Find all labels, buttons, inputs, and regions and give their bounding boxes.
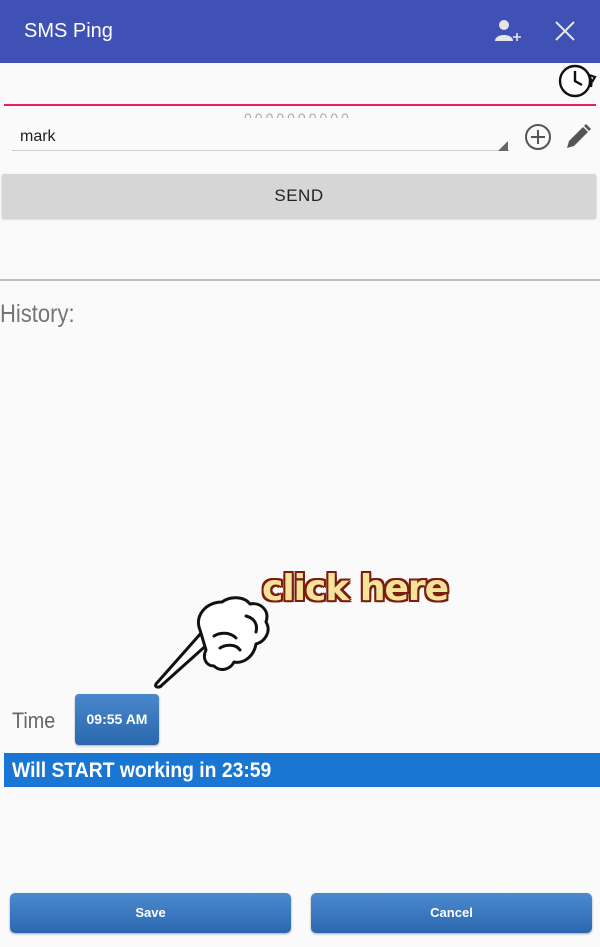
cancel-button[interactable]: Cancel xyxy=(311,893,592,933)
app-bar: SMS Ping xyxy=(0,0,600,63)
app-title: SMS Ping xyxy=(24,20,113,42)
phone-number-value: 0000000000 xyxy=(244,110,352,118)
contact-dropdown[interactable]: mark xyxy=(12,118,510,151)
time-label: Time xyxy=(12,708,56,733)
time-picker-button[interactable]: 09:55 AM xyxy=(75,694,159,745)
click-here-annotation: click here xyxy=(262,568,449,609)
send-button[interactable]: SEND xyxy=(2,174,596,218)
clock-history-icon[interactable] xyxy=(554,63,600,99)
pointing-hand-icon xyxy=(150,592,274,690)
person-add-icon[interactable] xyxy=(492,16,522,46)
divider xyxy=(0,279,600,281)
add-circle-icon[interactable] xyxy=(522,121,554,153)
pencil-icon[interactable] xyxy=(562,121,594,153)
status-banner: Will START working in 23:59 xyxy=(4,753,600,787)
phone-number-field[interactable]: 0000000000 xyxy=(4,64,596,118)
dropdown-arrow-icon xyxy=(498,138,508,151)
status-text: Will START working in 23:59 xyxy=(12,759,272,782)
contact-selected-value: mark xyxy=(20,128,56,145)
history-label: History: xyxy=(0,300,75,328)
close-icon[interactable] xyxy=(550,16,580,46)
save-button[interactable]: Save xyxy=(10,893,291,933)
